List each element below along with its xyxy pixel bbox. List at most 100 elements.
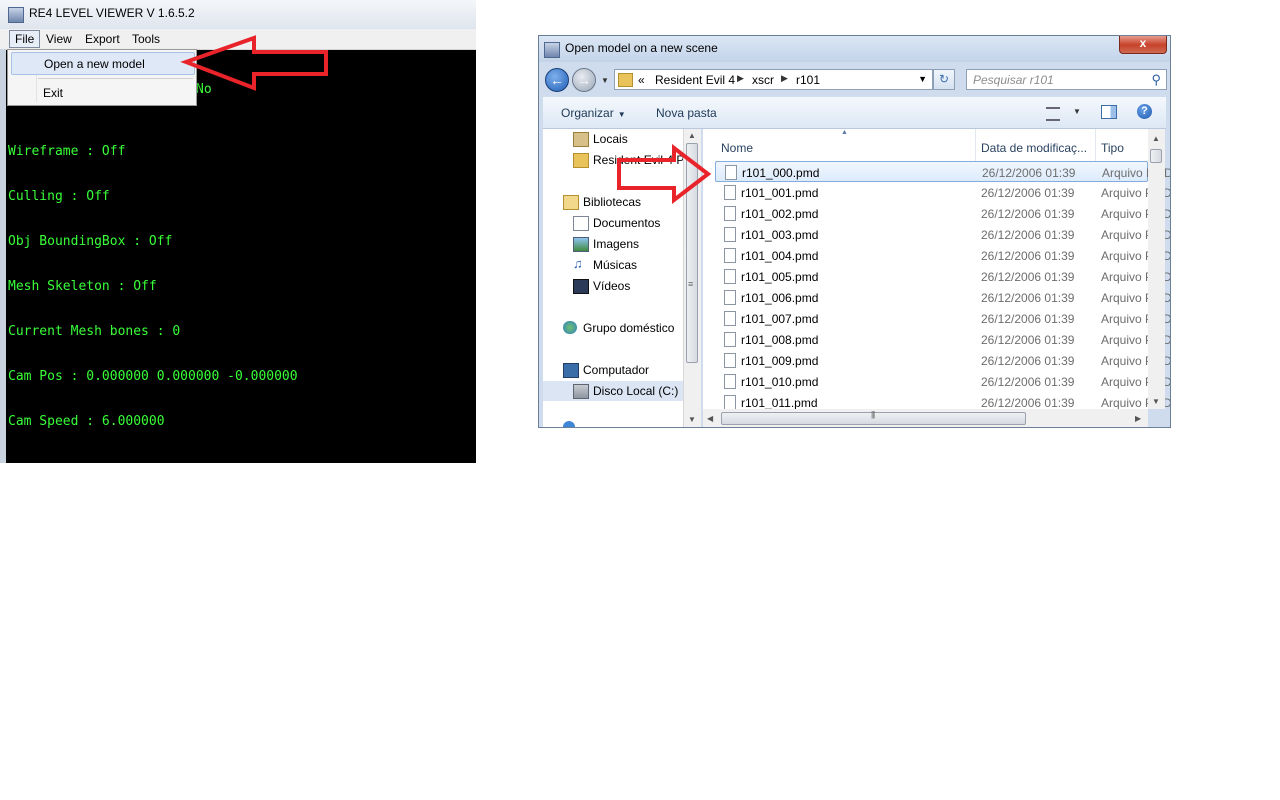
breadcrumb-r101[interactable]: r101: [796, 73, 820, 87]
scroll-up-icon[interactable]: ▲: [1152, 134, 1160, 143]
recent-locations-dropdown[interactable]: ▼: [601, 76, 609, 85]
scroll-down-icon[interactable]: ▼: [688, 415, 696, 424]
breadcrumb-overflow[interactable]: «: [638, 73, 645, 87]
search-input[interactable]: Pesquisar r101 ⚲: [966, 69, 1167, 90]
file-list-horizontal-scrollbar[interactable]: ◀ ||| ▶: [703, 409, 1148, 427]
file-row[interactable]: r101_000.pmd 26/12/2006 01:39 Arquivo PM…: [715, 161, 1170, 182]
preview-pane-icon[interactable]: [1101, 105, 1117, 119]
file-name: r101_002.pmd: [741, 207, 819, 221]
refresh-icon: ↻: [938, 72, 950, 86]
documents-icon: [573, 216, 589, 231]
nav-item-label: Computador: [583, 363, 650, 377]
computer-icon: [563, 363, 579, 378]
menu-tools[interactable]: Tools: [127, 31, 165, 47]
file-name: r101_001.pmd: [741, 186, 819, 200]
scroll-down-icon[interactable]: ▼: [1152, 397, 1160, 406]
organize-button[interactable]: Organizar ▼: [561, 106, 626, 120]
search-placeholder: Pesquisar r101: [973, 73, 1054, 87]
file-row[interactable]: r101_001.pmd 26/12/2006 01:39 Arquivo PM…: [715, 182, 1170, 203]
file-row[interactable]: r101_004.pmd 26/12/2006 01:39 Arquivo PM…: [715, 245, 1170, 266]
file-row[interactable]: r101_003.pmd 26/12/2006 01:39 Arquivo PM…: [715, 224, 1170, 245]
file-icon: [724, 185, 736, 200]
arrow-right-icon: →: [577, 72, 591, 88]
console-line: Current Mesh bones : 0: [8, 324, 181, 339]
file-row[interactable]: r101_009.pmd 26/12/2006 01:39 Arquivo PM…: [715, 350, 1170, 371]
forward-button[interactable]: →: [572, 68, 596, 92]
scrollbar-grip-icon: |||: [871, 410, 875, 419]
file-date: 26/12/2006 01:39: [981, 396, 1075, 410]
scrollbar-grip-icon: ≡: [688, 279, 694, 289]
file-date: 26/12/2006 01:39: [981, 375, 1075, 389]
breadcrumb-separator-icon[interactable]: ▶: [737, 73, 744, 84]
file-row[interactable]: r101_006.pmd 26/12/2006 01:39 Arquivo PM…: [715, 287, 1170, 308]
column-header-type[interactable]: Tipo: [1101, 141, 1124, 155]
scrollbar-thumb[interactable]: [1150, 149, 1162, 163]
view-options-icon[interactable]: [1046, 107, 1060, 121]
file-date: 26/12/2006 01:39: [981, 291, 1075, 305]
column-header-date[interactable]: Data de modificaç...: [981, 141, 1087, 155]
chevron-down-icon[interactable]: ▼: [1073, 107, 1081, 116]
menu-item-exit[interactable]: Exit: [11, 82, 193, 103]
file-date: 26/12/2006 01:39: [981, 207, 1075, 221]
red-arrow-right-annotation: [617, 144, 712, 204]
breadcrumb-separator-icon[interactable]: ▶: [781, 73, 788, 84]
organize-label: Organizar: [561, 106, 614, 120]
scroll-right-icon[interactable]: ▶: [1135, 414, 1141, 423]
viewer-title: RE4 LEVEL VIEWER V 1.6.5.2: [29, 6, 195, 20]
nav-item-label: Documentos: [593, 216, 661, 230]
refresh-button[interactable]: ↻: [933, 69, 955, 90]
help-icon[interactable]: ?: [1137, 104, 1152, 119]
nav-item-disco-local[interactable]: Disco Local (C:): [543, 381, 686, 401]
viewer-console: No Wireframe : Off Culling : Off Obj Bou…: [8, 54, 298, 459]
menu-item-open-new-model[interactable]: Open a new model: [11, 52, 195, 75]
file-row[interactable]: r101_007.pmd 26/12/2006 01:39 Arquivo PM…: [715, 308, 1170, 329]
scroll-up-icon[interactable]: ▲: [688, 131, 696, 140]
libraries-icon: [563, 195, 579, 210]
column-divider[interactable]: [1095, 129, 1096, 161]
file-icon: [724, 332, 736, 347]
videos-icon: [573, 279, 589, 294]
file-icon: [724, 227, 736, 242]
file-icon: [725, 165, 737, 180]
file-name: r101_010.pmd: [741, 375, 819, 389]
file-row[interactable]: r101_002.pmd 26/12/2006 01:39 Arquivo PM…: [715, 203, 1170, 224]
back-button[interactable]: ←: [545, 68, 569, 92]
nav-item-label: Músicas: [593, 258, 638, 272]
network-icon: [563, 421, 575, 427]
menu-item-label: Open a new model: [44, 57, 145, 71]
app-cube-icon: [544, 42, 560, 58]
breadcrumb-xscr[interactable]: xscr: [752, 73, 774, 87]
file-row[interactable]: r101_008.pmd 26/12/2006 01:39 Arquivo PM…: [715, 329, 1170, 350]
nav-item-label: Disco Local (C:): [593, 384, 679, 398]
dialog-toolbar: Organizar ▼ Nova pasta ▼ ?: [543, 97, 1166, 129]
scroll-left-icon[interactable]: ◀: [707, 414, 713, 423]
file-icon: [724, 353, 736, 368]
breadcrumb-resident-evil-4[interactable]: Resident Evil 4: [655, 73, 735, 87]
column-divider[interactable]: [975, 129, 976, 161]
file-date: 26/12/2006 01:39: [982, 166, 1076, 180]
drive-icon: [573, 384, 589, 399]
console-line: Cam Pos : 0.000000 0.000000 -0.000000: [8, 369, 298, 384]
open-file-dialog: Open model on a new scene x ← → ▼ « Resi…: [538, 35, 1171, 428]
address-bar[interactable]: « Resident Evil 4 ▶ xscr ▶ r101 ▼: [614, 69, 933, 90]
menu-export[interactable]: Export: [80, 31, 125, 47]
column-header-name[interactable]: Nome: [721, 141, 753, 155]
file-name: r101_008.pmd: [741, 333, 819, 347]
menu-file[interactable]: File: [9, 30, 41, 48]
file-date: 26/12/2006 01:39: [981, 186, 1075, 200]
close-button[interactable]: x: [1119, 36, 1167, 54]
file-row[interactable]: r101_005.pmd 26/12/2006 01:39 Arquivo PM…: [715, 266, 1170, 287]
file-name: r101_004.pmd: [741, 249, 819, 263]
file-row[interactable]: r101_010.pmd 26/12/2006 01:39 Arquivo PM…: [715, 371, 1170, 392]
file-list-vertical-scrollbar[interactable]: ▲ ▼: [1148, 129, 1165, 409]
file-name: r101_007.pmd: [741, 312, 819, 326]
search-icon: ⚲: [1151, 72, 1161, 87]
file-date: 26/12/2006 01:39: [981, 249, 1075, 263]
file-icon: [724, 248, 736, 263]
console-line: Wireframe : Off: [8, 144, 126, 159]
new-folder-button[interactable]: Nova pasta: [656, 106, 717, 120]
console-line: Obj BoundingBox : Off: [8, 234, 173, 249]
menu-view[interactable]: View: [41, 31, 77, 47]
address-dropdown-icon[interactable]: ▼: [918, 74, 927, 84]
red-arrow-left-annotation: [180, 35, 328, 91]
